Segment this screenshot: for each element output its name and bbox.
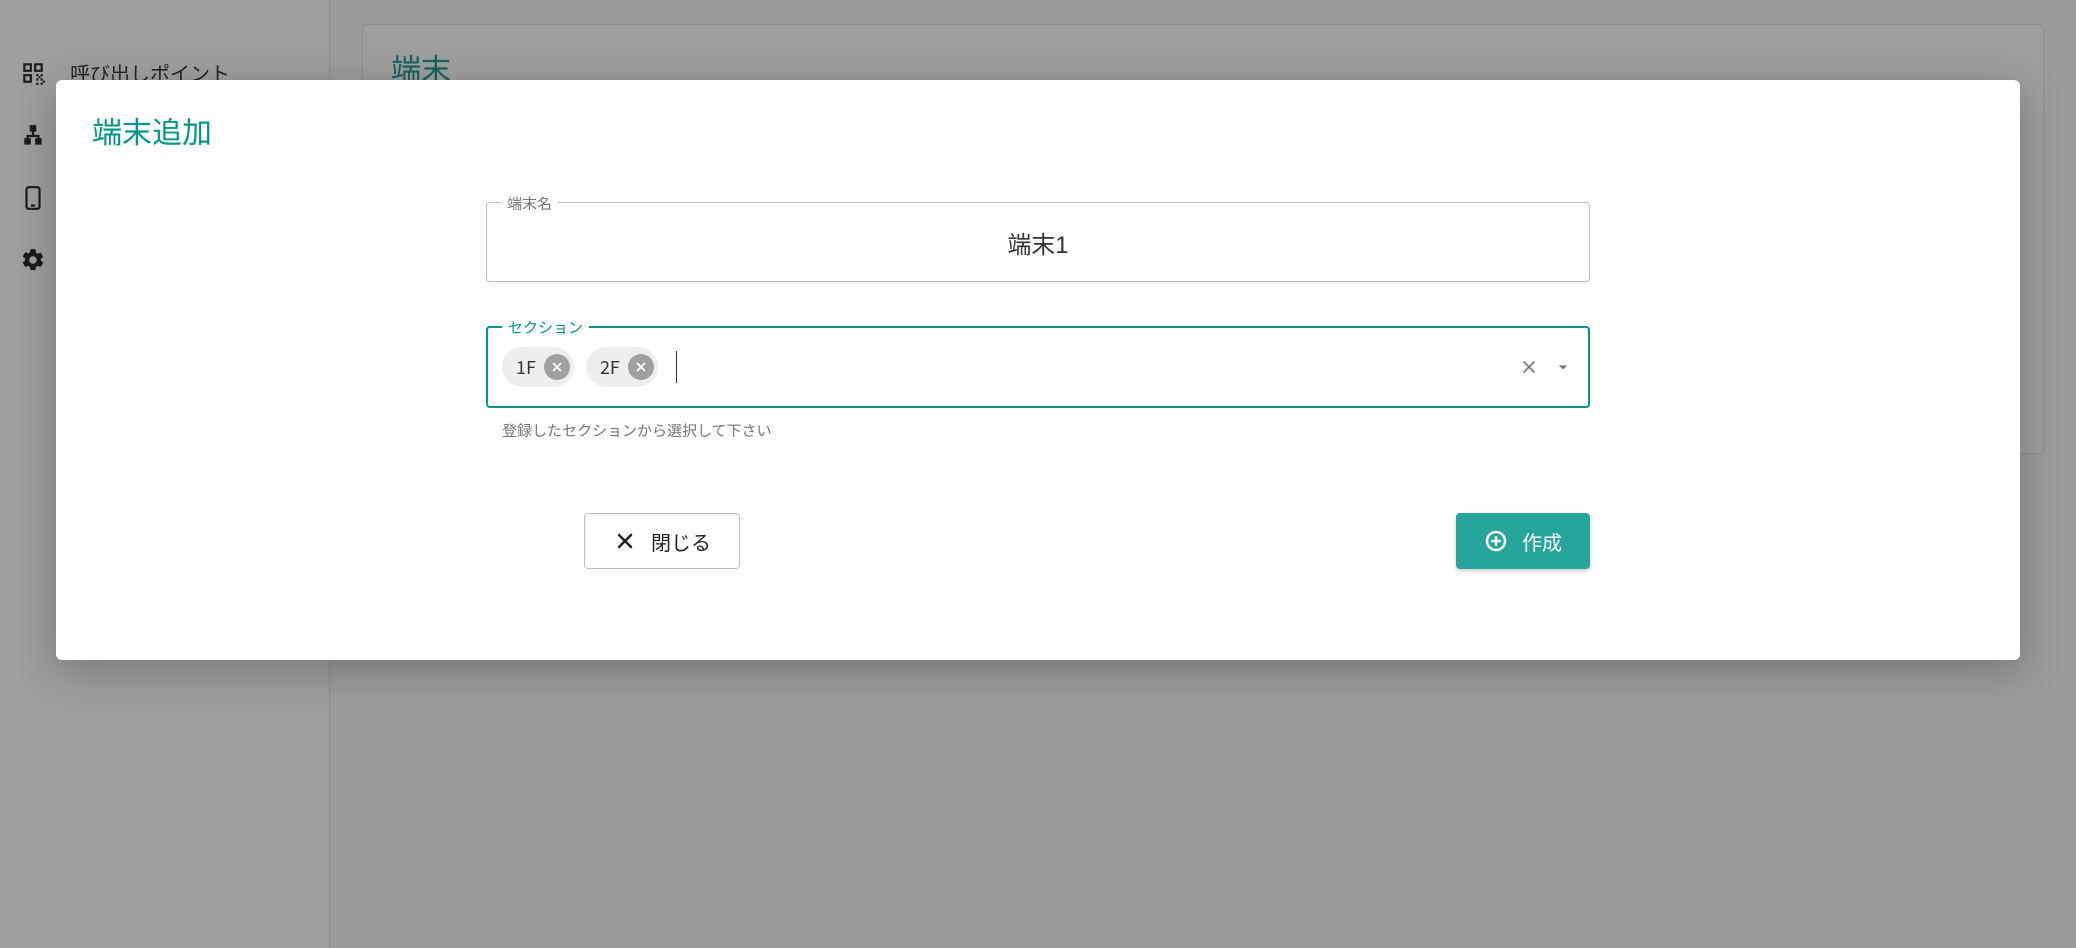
close-icon [1519, 357, 1539, 377]
close-icon [634, 360, 648, 374]
terminal-name-field[interactable]: 端末名 [486, 202, 1590, 282]
section-select[interactable]: セクション 1F 2F [486, 326, 1590, 408]
chip-remove-button[interactable] [544, 354, 570, 380]
section-helper-text: 登録したセクションから選択して下さい [486, 420, 1590, 441]
dropdown-toggle[interactable] [1550, 354, 1576, 380]
close-button[interactable]: 閉じる [584, 513, 740, 569]
plus-circle-icon [1484, 529, 1508, 553]
close-icon [613, 529, 637, 553]
chip-label: 1F [516, 354, 536, 380]
modal-title: 端末追加 [92, 108, 1984, 152]
terminal-name-input[interactable] [487, 228, 1589, 256]
create-button-label: 作成 [1522, 527, 1562, 556]
section-chip: 2F [586, 347, 658, 387]
chip-label: 2F [600, 354, 620, 380]
terminal-name-label: 端末名 [501, 193, 558, 214]
section-chip: 1F [502, 347, 574, 387]
section-label: セクション [502, 317, 589, 338]
close-button-label: 閉じる [651, 527, 711, 556]
close-icon [550, 360, 564, 374]
chip-remove-button[interactable] [628, 354, 654, 380]
chevron-down-icon [1553, 357, 1573, 377]
modal-actions: 閉じる 作成 [486, 513, 1590, 569]
clear-all-button[interactable] [1516, 354, 1542, 380]
add-terminal-modal: 端末追加 端末名 セクション 1F 2F [56, 80, 2020, 660]
create-button[interactable]: 作成 [1456, 513, 1590, 569]
text-cursor [676, 351, 677, 383]
